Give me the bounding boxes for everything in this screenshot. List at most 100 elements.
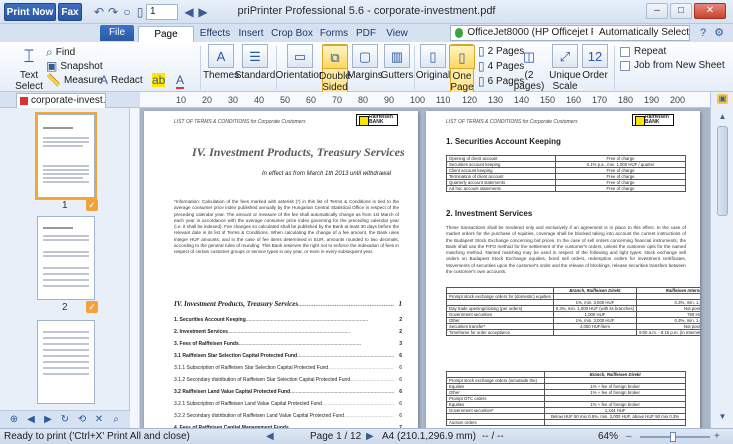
original-button[interactable]: ▯ Original [415, 44, 451, 81]
toc-entry-page: 6 [399, 377, 402, 383]
help-icon[interactable]: ? [696, 26, 710, 40]
font-color-button[interactable]: A [176, 73, 187, 89]
page-icon[interactable]: ▯ [133, 5, 147, 19]
refresh-icon[interactable]: ↻ [59, 414, 71, 425]
scroll-down-icon[interactable]: ▼ [717, 412, 728, 422]
first-page-icon[interactable]: ◀ [266, 431, 274, 442]
redo-icon[interactable]: ↷ [106, 5, 120, 19]
tab-forms[interactable]: Forms [318, 26, 350, 42]
toc-entry[interactable]: 3.1.1 Subscription of Raiffeisen Star Se… [174, 365, 402, 371]
tab-effects[interactable]: Effects [198, 26, 232, 42]
toc-entry[interactable]: 3.1 Raiffeisen Star Selection Capital Pr… [174, 353, 402, 359]
nav-right-icon[interactable]: ▶ [42, 414, 54, 425]
text-select-button[interactable]: ⌶ Text Select [14, 44, 44, 93]
check-icon[interactable]: ✓ [86, 301, 98, 313]
original-label: Original [415, 70, 451, 81]
undo-icon[interactable]: ↶ [92, 5, 106, 19]
add-icon[interactable]: ⊕ [8, 414, 20, 425]
settings-icon[interactable]: ⚙ [712, 26, 726, 40]
zoom-slider-knob[interactable] [670, 432, 676, 442]
zoom-icon[interactable]: ⌕ [110, 414, 122, 425]
zoom-circle-icon[interactable]: ○ [120, 5, 134, 19]
tab-page-layout[interactable]: Page Layout [138, 26, 194, 55]
printer-select[interactable]: OfficeJet8000 (HP Officejet Pro 8000 A80… [450, 25, 690, 41]
toc-entry[interactable]: 1. Securities Account Keeping...........… [174, 317, 402, 323]
vertical-scrollbar[interactable]: ▣ ▲ ▼ [710, 92, 733, 428]
scroll-thumb[interactable] [717, 126, 728, 216]
document-tab[interactable]: corporate-invest... [16, 93, 106, 108]
preview-page-1[interactable]: LIST OF TERMS & CONDITIONS for Corporate… [144, 111, 418, 428]
page-indicator: Page 1 / 12 [310, 431, 362, 442]
themes-icon: A [208, 44, 234, 68]
toc-entry[interactable]: 3. Fees of Raiffeisen Funds.............… [174, 341, 402, 347]
delete-icon[interactable]: ✕ [93, 414, 105, 425]
thumb-line [43, 181, 89, 183]
double-sided-button[interactable]: ⧉ Double Sided [319, 44, 351, 94]
standard-button[interactable]: ☰ Standard [235, 44, 275, 81]
status-message: Ready to print ('Ctrl+X' Print All and c… [4, 431, 190, 442]
check-icon[interactable]: ✓ [86, 199, 98, 211]
orientation-button[interactable]: ▭ Orientation [276, 44, 324, 81]
tab-insert[interactable]: Insert [236, 26, 266, 42]
repeat-checkbox[interactable]: Repeat [620, 46, 666, 57]
find-button[interactable]: ⌕ Find [46, 45, 75, 60]
highlighter-icon: ab [152, 73, 166, 87]
toc-entry[interactable]: 2. Investment Services..................… [174, 329, 402, 335]
margins-button[interactable]: ▢ Margins [347, 44, 383, 81]
highlight-button[interactable]: ab [152, 73, 168, 87]
toc-entry[interactable]: 3.2.1 Subscription of Raiffeisen Land Va… [174, 401, 402, 407]
ruler-tick: 90 [384, 95, 395, 105]
redact-button[interactable]: A Redact [100, 73, 143, 87]
snapshot-button[interactable]: ▣ Snapshot [46, 59, 103, 73]
zoom-in-icon[interactable]: + [714, 431, 720, 442]
toc-entry[interactable]: 3.2.2 Secondary distribution of Raiffeis… [174, 413, 402, 419]
fax-button[interactable]: Fax [58, 3, 82, 21]
margins-icon: ▢ [352, 44, 378, 68]
thumb-line [43, 273, 89, 275]
maximize-button[interactable]: □ [670, 3, 692, 19]
lock-icon[interactable]: ▣ [717, 94, 728, 104]
six-pages-icon: ▯ [478, 74, 485, 88]
unique-scale-button[interactable]: ⤢ Unique Scale [549, 44, 581, 92]
close-button[interactable]: ✕ [694, 3, 726, 19]
section-heading: 1. Securities Account Keeping [446, 137, 561, 146]
gutters-icon: ▥ [384, 44, 410, 68]
thumb-line [43, 349, 89, 351]
thumb-line [43, 141, 89, 143]
minimize-button[interactable]: – [646, 3, 668, 19]
thumbnail-page-2[interactable] [37, 216, 95, 300]
table-row: Ad hoc account statements Free of charge [445, 185, 686, 192]
table-cell: Ad hoc account statements [445, 185, 557, 192]
measure-button[interactable]: 📏 Measure [46, 73, 103, 87]
toc-entry-label: 3.2.2 Secondary distribution of Raiffeis… [174, 413, 344, 419]
one-page-button[interactable]: ▯ One Page [449, 44, 475, 94]
tab-pdf[interactable]: PDF [354, 26, 378, 42]
file-tab[interactable]: File [100, 25, 134, 41]
nav-left-icon[interactable]: ◀ [25, 414, 37, 425]
ribbon-tabs: File Page Layout Effects Insert Crop Box… [0, 24, 733, 55]
page-number-input[interactable]: 1 [146, 4, 178, 20]
toc-entry[interactable]: 3.2 Raiffeisen Land Value Capital Protec… [174, 389, 402, 395]
zoom-out-icon[interactable]: – [626, 431, 632, 442]
tab-view[interactable]: View [382, 26, 412, 42]
table-cell [544, 419, 686, 426]
rotate-icon[interactable]: ⟲ [76, 414, 88, 425]
thumbnail-page-3[interactable] [37, 320, 95, 404]
thumbnail-page-1[interactable] [35, 112, 97, 200]
tab-crop-box[interactable]: Crop Box [270, 26, 314, 42]
print-preview-workspace[interactable]: LIST OF TERMS & CONDITIONS for Corporate… [140, 108, 710, 428]
next-page-icon[interactable]: ▶ [366, 431, 374, 442]
page-back-icon[interactable]: ◀ [182, 5, 196, 19]
print-now-button[interactable]: Print Now [4, 3, 56, 21]
gutters-button[interactable]: ▥ Gutters [381, 44, 413, 81]
order-button[interactable]: 12 Order [582, 44, 608, 81]
scroll-up-icon[interactable]: ▲ [717, 112, 728, 122]
toc-entry[interactable]: 3.1.2 Secondary distribution of Raiffeis… [174, 377, 402, 383]
binoculars-icon: ⌕ [46, 45, 53, 59]
account-fees-table: Opening of client account Free of charge S… [445, 155, 686, 192]
job-new-sheet-checkbox[interactable]: Job from New Sheet [620, 60, 725, 71]
ribbon: ⌶ Text Select ⌕ Find ▣ Snapshot 📏 Measure A… [0, 42, 733, 103]
page-forward-icon[interactable]: ▶ [196, 5, 210, 19]
themes-button[interactable]: A Themes [203, 44, 239, 81]
preview-page-2[interactable]: LIST OF TERMS & CONDITIONS for Corporate… [426, 111, 700, 428]
